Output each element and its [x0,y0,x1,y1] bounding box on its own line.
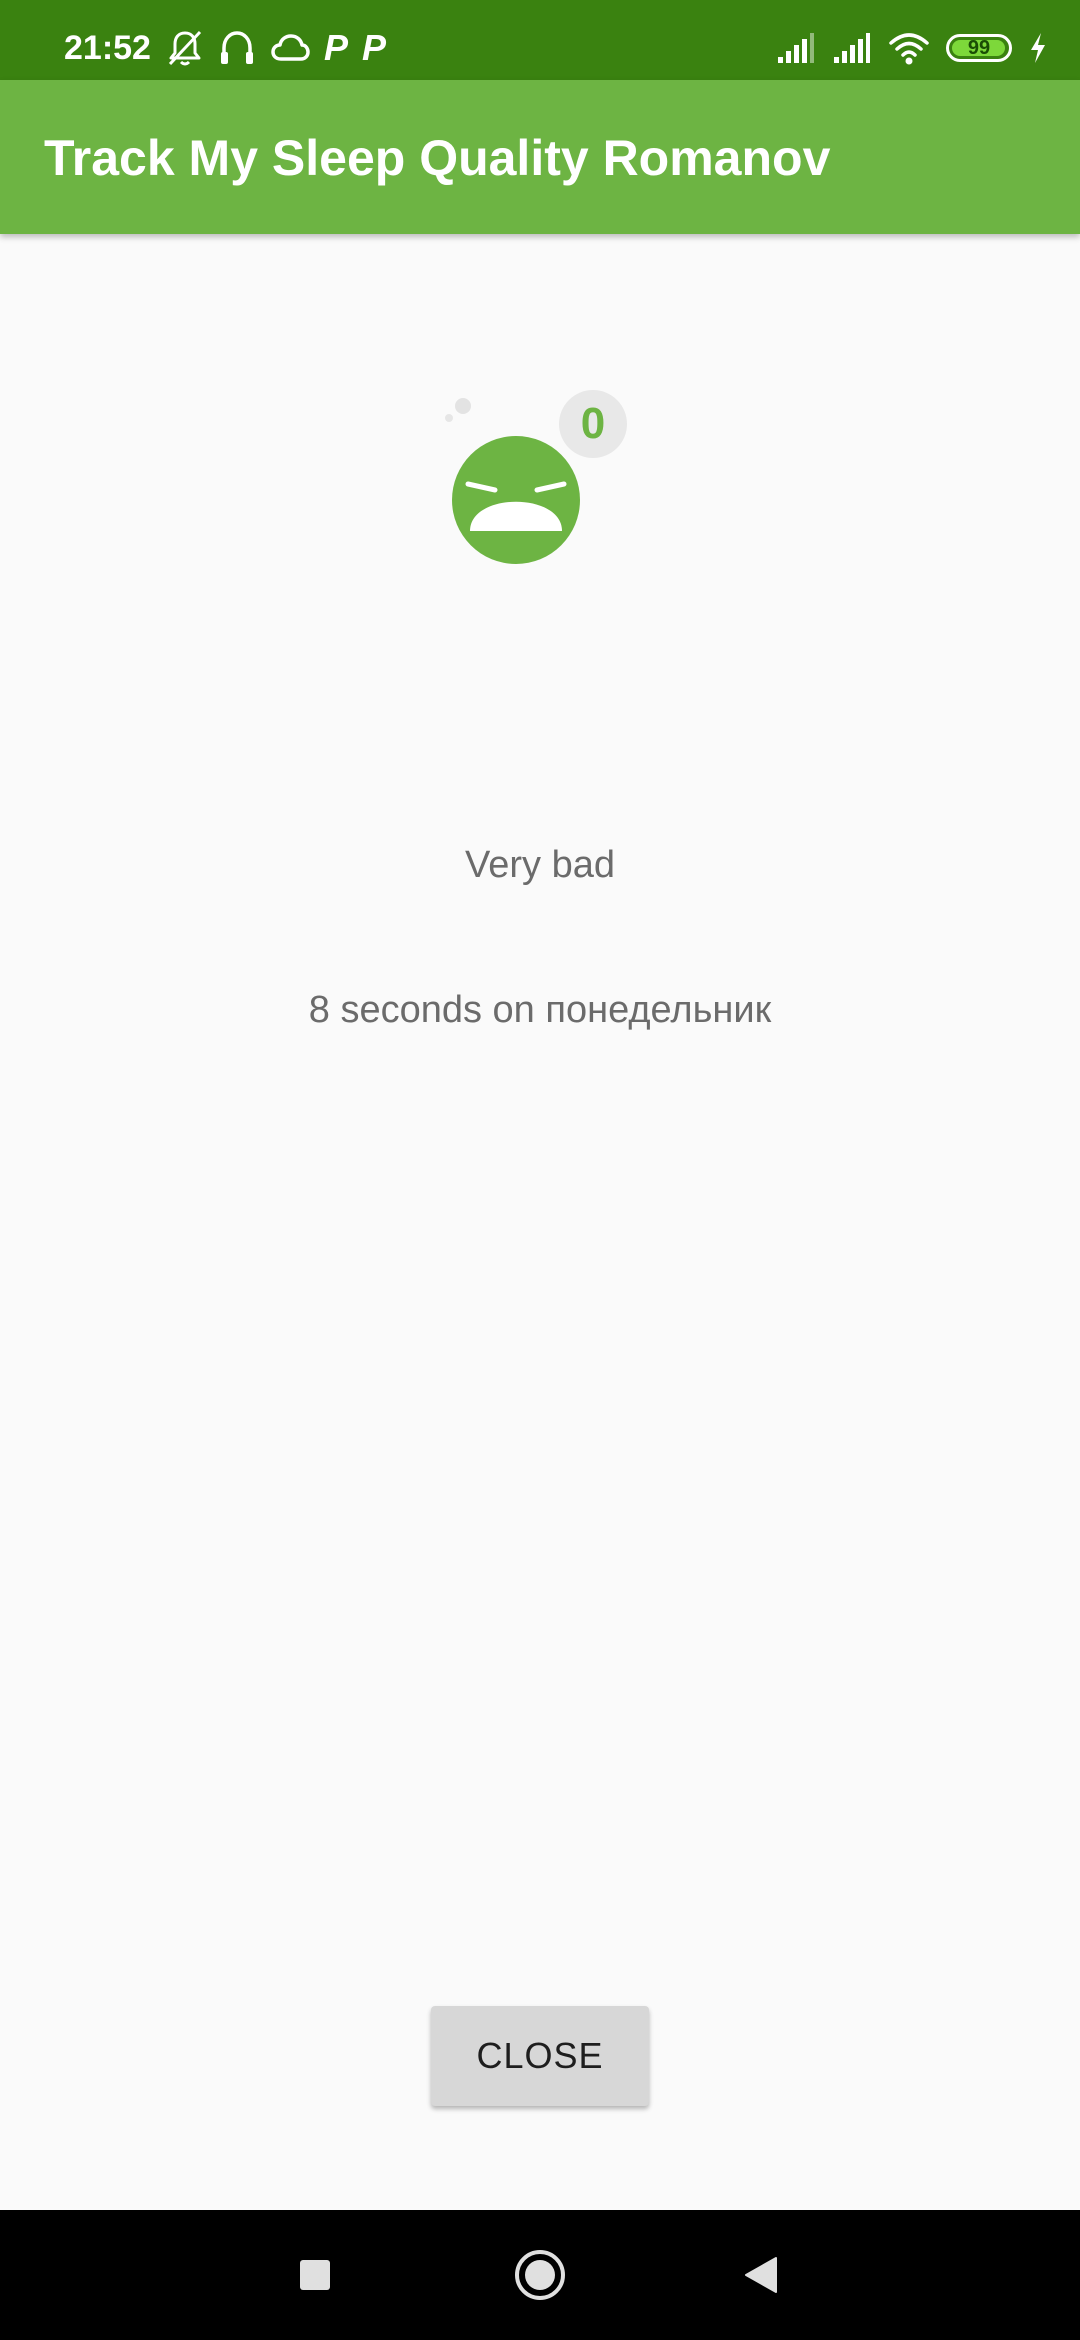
bell-off-icon [168,30,202,66]
status-system-icons: 99 [776,26,1048,70]
signal-icon [834,33,870,63]
status-bar: 21:52 P P 99 [0,0,1080,80]
recents-button[interactable] [265,2210,365,2340]
home-icon [515,2250,565,2300]
back-icon [745,2257,777,2293]
parking-icon: P [324,27,349,68]
quality-label: Very bad [465,844,615,886]
status-notification-icons: P P [166,26,386,70]
sleep-quality-very-bad-icon: 0 [445,390,627,564]
sleep-duration-text: 8 seconds on понедельник [308,989,772,1031]
signal-icon [778,33,814,63]
thought-bubble-small [445,414,453,422]
home-button[interactable] [490,2210,590,2340]
back-button[interactable] [710,2210,810,2340]
navigation-bar [0,2210,1080,2340]
headphones-icon [221,31,253,64]
parking-icon: P [362,27,387,68]
battery-icon: 99 [946,34,1012,62]
recents-icon [300,2260,330,2290]
status-time: 21:52 [64,29,151,67]
thought-bubble-medium [455,398,471,414]
battery-percent: 99 [967,37,991,59]
wifi-icon [889,33,929,65]
charging-icon [1031,33,1045,63]
close-button[interactable]: CLOSE [431,2006,649,2106]
quality-score: 0 [581,399,605,448]
cloud-icon [271,34,310,61]
app-title: Track My Sleep Quality Romanov [44,130,831,186]
app-bar: Track My Sleep Quality Romanov [0,80,1080,234]
face [452,436,580,564]
